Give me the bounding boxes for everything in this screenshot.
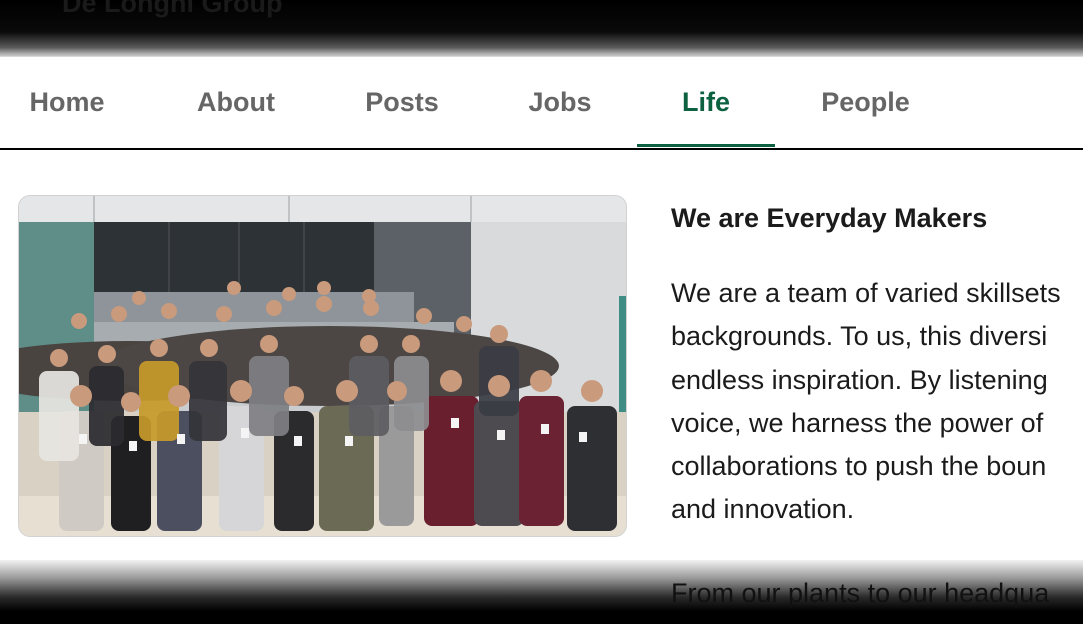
team-group-photo bbox=[18, 195, 627, 537]
paragraph-line: collaborations to push the boun bbox=[671, 451, 1047, 482]
paragraph-line: and innovation. bbox=[671, 494, 855, 525]
tab-home[interactable]: Home bbox=[27, 57, 107, 147]
paragraph-line: voice, we harness the power of bbox=[671, 407, 1044, 438]
paragraph-line: endless inspiration. By listening bbox=[671, 364, 1048, 395]
group-photo-icon bbox=[19, 196, 626, 536]
section-heading: We are Everyday Makers bbox=[671, 203, 988, 233]
next-paragraph: From our plants to our headqua bbox=[671, 578, 1050, 608]
company-name: De Longhi Group bbox=[62, 0, 283, 18]
paragraph-line: backgrounds. To us, this diversi bbox=[671, 321, 1048, 352]
intro-text: We are Everyday Makers We are a team of … bbox=[671, 202, 1083, 532]
intro-paragraph: We are a team of varied skillsets backgr… bbox=[671, 272, 1083, 532]
tab-life[interactable]: Life bbox=[637, 57, 775, 147]
top-banner: De Longhi Group bbox=[0, 0, 1083, 58]
tab-people[interactable]: People bbox=[818, 57, 913, 147]
tab-posts[interactable]: Posts bbox=[364, 57, 440, 147]
tab-jobs[interactable]: Jobs bbox=[527, 57, 593, 147]
bottom-fade: From our plants to our headqua bbox=[0, 560, 1083, 624]
tab-about[interactable]: About bbox=[194, 57, 278, 147]
page-tabs: Home About Posts Jobs Life People bbox=[0, 56, 1083, 148]
life-section: We are Everyday Makers We are a team of … bbox=[0, 150, 1083, 570]
paragraph-line: We are a team of varied skillsets bbox=[671, 278, 1061, 308]
